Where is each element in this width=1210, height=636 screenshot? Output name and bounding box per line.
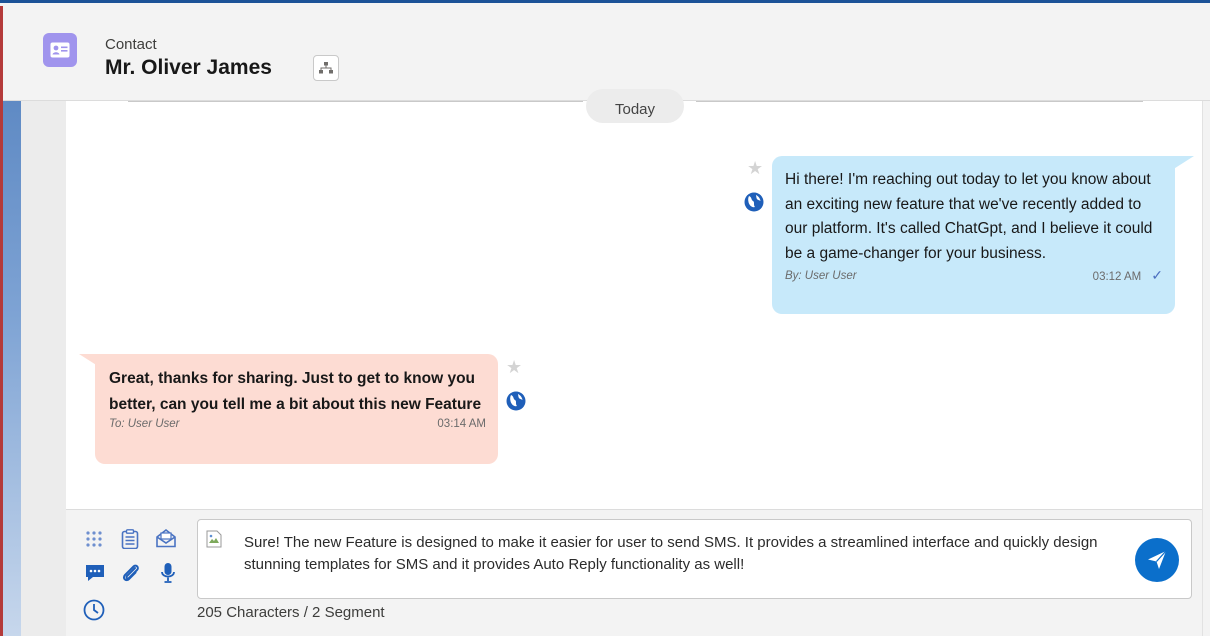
apps-grid-icon[interactable] (83, 528, 105, 550)
message-meta: By: User User 03:12 AM ✓ (785, 267, 1163, 284)
outgoing-bubble-tail (1172, 156, 1194, 170)
hierarchy-icon (319, 62, 333, 74)
record-type-label: Contact (105, 36, 157, 53)
check-icon: ✓ (1151, 267, 1163, 283)
message-text: Hi there! I'm reaching out today to let … (785, 171, 1153, 262)
message-meta: To: User User 03:14 AM (109, 418, 486, 430)
right-edge (1202, 101, 1210, 636)
open-envelope-icon[interactable] (155, 527, 177, 549)
star-icon[interactable]: ★ (506, 358, 524, 376)
message-time-wrap: 03:12 AM ✓ (1093, 267, 1163, 284)
app-frame: Contact Mr. Oliver James Today ★ Hi ther… (0, 0, 1210, 636)
record-header: Contact Mr. Oliver James (3, 6, 1210, 101)
chat-bubble-icon[interactable] (84, 562, 106, 584)
send-icon (1148, 550, 1167, 569)
message-text: Great, thanks for sharing. Just to get t… (109, 370, 482, 413)
left-gutter (21, 101, 66, 636)
message-input-text[interactable]: Sure! The new Feature is designed to mak… (244, 532, 1124, 576)
message-sender: By: User User (785, 269, 857, 282)
message-composer: Sure! The new Feature is designed to mak… (66, 509, 1202, 636)
record-name: Mr. Oliver James (105, 56, 272, 79)
date-divider-line-right (696, 101, 1143, 102)
character-counter: 205 Characters / 2 Segment (197, 604, 385, 621)
message-time: 03:14 AM (437, 418, 486, 430)
message-input[interactable]: Sure! The new Feature is designed to mak… (197, 519, 1192, 599)
globe-icon (506, 391, 526, 411)
incoming-message: Great, thanks for sharing. Just to get t… (95, 354, 498, 464)
date-divider-line-left (128, 101, 583, 102)
background-strip (3, 101, 21, 636)
star-icon[interactable]: ★ (747, 159, 765, 177)
message-time: 03:12 AM (1092, 271, 1142, 283)
clock-icon[interactable] (83, 599, 105, 621)
send-button[interactable] (1135, 538, 1179, 582)
globe-icon (744, 192, 764, 212)
outgoing-message: Hi there! I'm reaching out today to let … (772, 156, 1175, 314)
contact-card-icon (43, 33, 77, 67)
date-divider: Today (586, 89, 684, 123)
hierarchy-button[interactable] (313, 55, 339, 81)
clipboard-icon[interactable] (119, 528, 141, 550)
broken-image-icon (206, 530, 222, 548)
message-recipient: To: User User (109, 418, 180, 430)
conversation-panel[interactable]: Today ★ Hi there! I'm reaching out today… (66, 89, 1202, 509)
microphone-icon[interactable] (157, 562, 179, 584)
paperclip-icon[interactable] (119, 562, 141, 584)
